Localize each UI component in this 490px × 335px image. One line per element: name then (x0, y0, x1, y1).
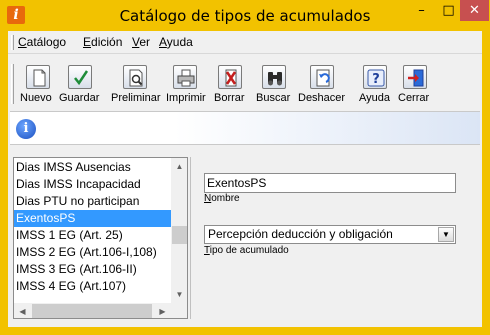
toolbar-grip[interactable] (11, 64, 14, 104)
list-item-selected[interactable]: ExentosPS (14, 210, 171, 227)
minimize-button[interactable]: – (408, 0, 435, 21)
print-label: Imprimir (166, 92, 206, 104)
accumulated-types-list[interactable]: Dias IMSS Ausencias Dias IMSS Incapacida… (13, 157, 188, 319)
maximize-button[interactable]: □ (435, 0, 462, 21)
scroll-down-arrow-icon[interactable]: ▼ (171, 286, 187, 303)
help-button[interactable]: ? Ayuda (357, 65, 393, 107)
help-question-icon: ? (363, 65, 387, 89)
printer-icon (173, 65, 197, 89)
title-bar: i Catálogo de tipos de acumulados – □ ✕ (0, 0, 490, 31)
vertical-scroll-thumb[interactable] (172, 226, 187, 244)
exit-door-icon (403, 65, 427, 89)
menu-grip[interactable] (11, 35, 14, 50)
scroll-left-arrow-icon[interactable]: ◀ (14, 303, 31, 318)
type-dropdown[interactable]: Percepción deducción y obligación ▼ (204, 225, 456, 244)
svg-text:?: ? (372, 72, 380, 87)
undo-label: Deshacer (298, 92, 346, 104)
toolbar: Nuevo Guardar Preliminar Imprimir Borrar… (8, 58, 482, 110)
list-item[interactable]: IMSS 3 EG (Art.106-II) (14, 261, 171, 278)
info-icon: i (16, 119, 36, 139)
vertical-scrollbar[interactable]: ▲ ▼ (171, 158, 187, 303)
undo-icon (310, 65, 334, 89)
search-label: Buscar (256, 92, 291, 104)
preview-button[interactable]: Preliminar (109, 65, 161, 107)
type-label: Tipo de acumulado (204, 245, 289, 256)
menu-bar: Catálogo Edición Ver Ayuda (8, 31, 482, 54)
save-check-icon (68, 65, 92, 89)
delete-label: Borrar (214, 92, 245, 104)
list-item[interactable]: Dias IMSS Incapacidad (14, 176, 171, 193)
info-bar: i (10, 111, 480, 145)
undo-button[interactable]: Deshacer (296, 65, 348, 107)
close-button[interactable]: ✕ (460, 0, 489, 21)
client-area: Catálogo Edición Ver Ayuda Nuevo Guardar (8, 31, 482, 327)
name-label: Nombre (204, 193, 240, 204)
menu-edicion[interactable]: Edición (83, 35, 122, 49)
app-window: i Catálogo de tipos de acumulados – □ ✕ … (0, 0, 490, 335)
type-dropdown-value: Percepción deducción y obligación (208, 227, 393, 241)
scrollbar-corner (171, 303, 187, 318)
print-button[interactable]: Imprimir (164, 65, 208, 107)
new-document-icon (26, 65, 50, 89)
search-button[interactable]: Buscar (254, 65, 294, 107)
save-label: Guardar (59, 92, 100, 104)
menu-ayuda[interactable]: Ayuda (159, 35, 193, 49)
horizontal-scroll-thumb[interactable] (32, 304, 152, 318)
preview-label: Preliminar (111, 92, 161, 104)
list-item[interactable]: IMSS 4 EG (Art.107) (14, 278, 171, 295)
preview-icon (123, 65, 147, 89)
panel-splitter[interactable] (190, 157, 194, 319)
chevron-down-icon[interactable]: ▼ (438, 227, 454, 242)
list-item[interactable]: IMSS 1 EG (Art. 25) (14, 227, 171, 244)
list-item[interactable]: Dias IMSS Ausencias (14, 159, 171, 176)
delete-button[interactable]: Borrar (212, 65, 248, 107)
scroll-up-arrow-icon[interactable]: ▲ (171, 158, 187, 175)
menu-catalogo[interactable]: Catálogo (18, 35, 66, 49)
help-label: Ayuda (359, 92, 390, 104)
list-item[interactable]: Dias PTU no participan (14, 193, 171, 210)
new-button[interactable]: Nuevo (18, 65, 58, 107)
horizontal-scrollbar[interactable]: ◀ ▶ (14, 303, 171, 318)
exit-button[interactable]: Cerrar (396, 65, 434, 107)
menu-ver[interactable]: Ver (132, 35, 150, 49)
delete-x-icon (218, 65, 242, 89)
scroll-right-arrow-icon[interactable]: ▶ (154, 303, 171, 318)
name-field[interactable]: ExentosPS (204, 173, 456, 193)
save-button[interactable]: Guardar (58, 65, 104, 107)
exit-label: Cerrar (398, 92, 430, 104)
binoculars-icon (262, 65, 286, 89)
new-label: Nuevo (20, 92, 52, 104)
list-item[interactable]: IMSS 2 EG (Art.106-I,108) (14, 244, 171, 261)
